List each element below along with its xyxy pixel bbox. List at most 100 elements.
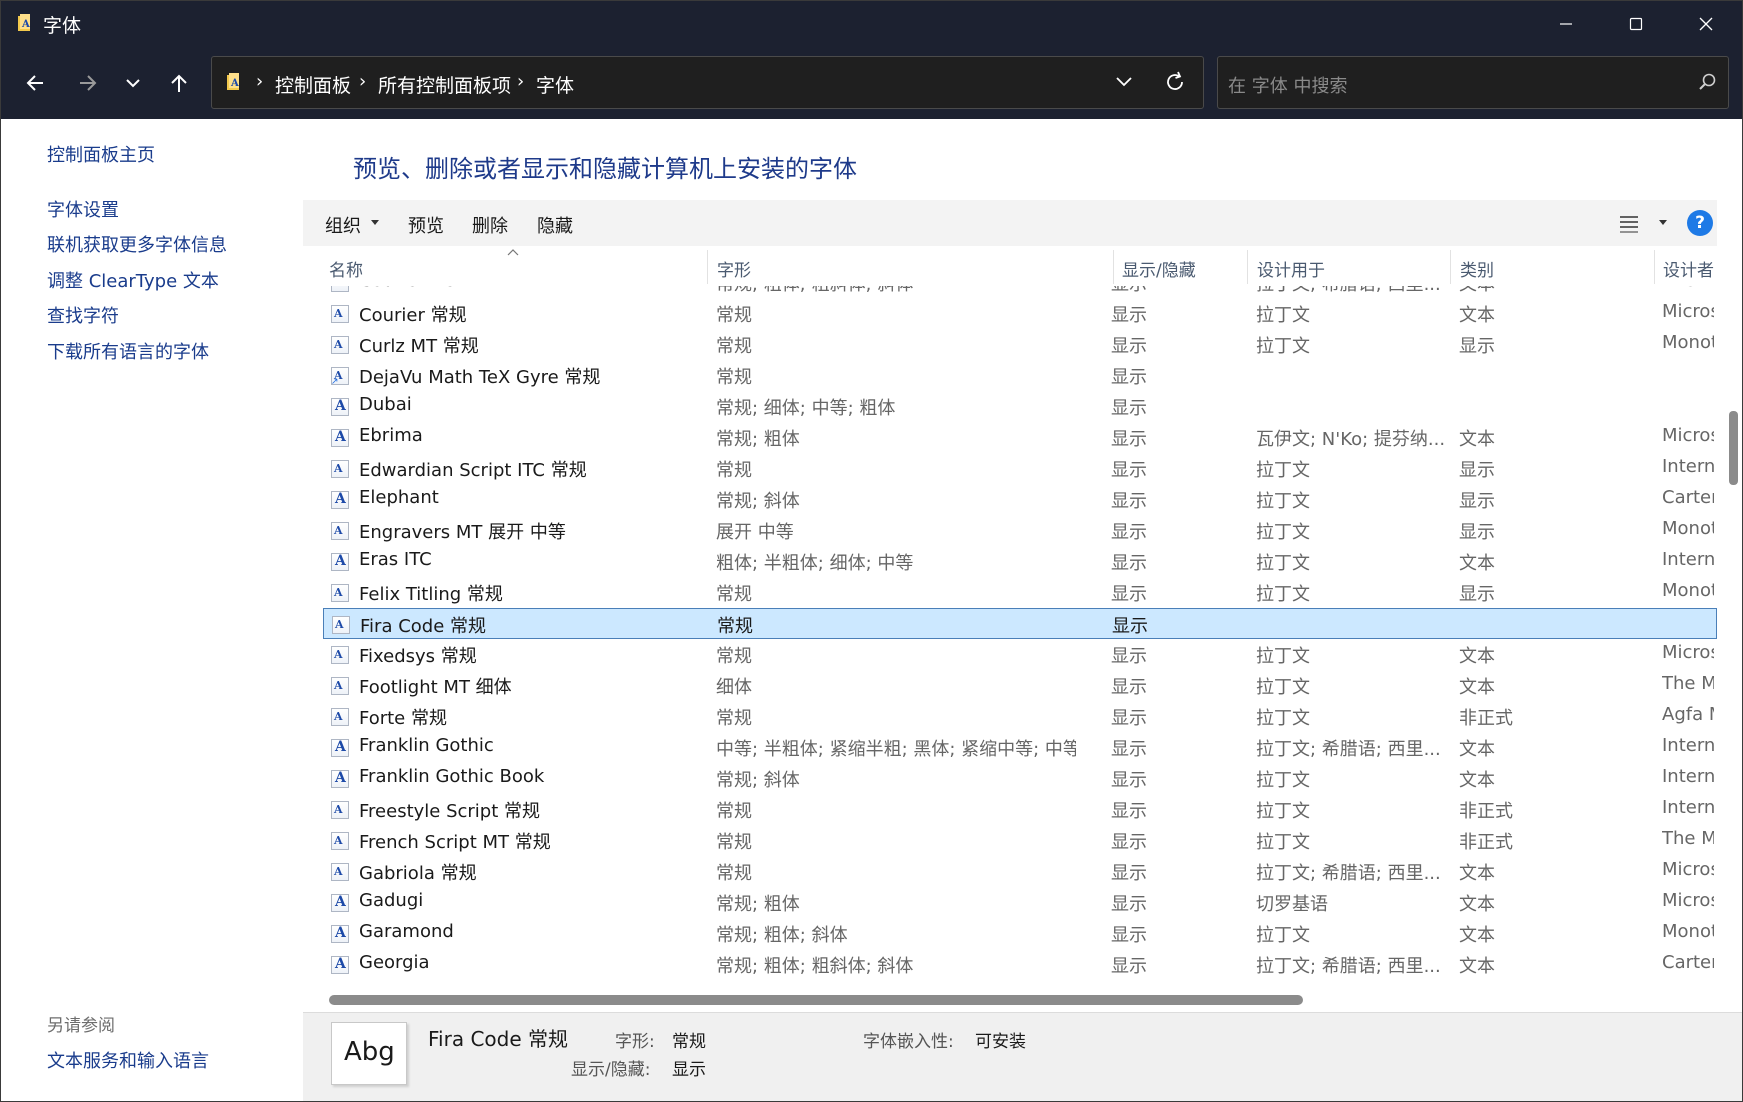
font-row[interactable]: A Garamond 常规; 粗体; 斜体 显示 拉丁文 文本 Monot	[323, 918, 1717, 949]
address-history-button[interactable]	[1115, 72, 1133, 94]
font-style: 常规; 粗体	[716, 429, 800, 450]
font-visibility: 显示	[1111, 491, 1147, 512]
minimize-button[interactable]	[1531, 1, 1601, 47]
font-name: French Script MT 常规	[359, 832, 551, 853]
font-row[interactable]: A Fixedsys 常规 常规 显示 拉丁文 文本 Micros	[323, 639, 1717, 670]
font-glyph-icon: A	[335, 618, 344, 631]
font-name: Franklin Gothic Book	[359, 766, 545, 787]
back-button[interactable]	[17, 65, 53, 101]
details-style-label: 字形:	[615, 1032, 655, 1052]
column-divider[interactable]	[1450, 250, 1451, 284]
font-row[interactable]: A ↗ DejaVu Math TeX Gyre 常规 常规 显示	[323, 360, 1717, 391]
shortcut-arrow-icon: ↗	[331, 377, 339, 387]
font-family-icon: A	[331, 553, 349, 571]
search-icon[interactable]	[1698, 72, 1718, 96]
column-divider[interactable]	[707, 250, 708, 284]
column-header-designer[interactable]: 设计者	[1663, 256, 1714, 281]
font-settings-link[interactable]: 字体设置	[47, 196, 119, 222]
vertical-scroll-thumb[interactable]	[1729, 411, 1738, 485]
font-glyph-icon: A	[335, 739, 346, 755]
font-designed-for: 拉丁文	[1256, 646, 1310, 667]
up-button[interactable]	[161, 65, 197, 101]
font-row[interactable]: A Eras ITC 粗体; 半粗体; 细体; 中等 显示 拉丁文 文本 Interna	[323, 546, 1717, 577]
refresh-button[interactable]	[1163, 70, 1187, 98]
column-divider[interactable]	[1113, 250, 1114, 284]
font-row[interactable]: A Elephant 常规; 斜体 显示 拉丁文 显示 Carter	[323, 484, 1717, 515]
control-panel-home-link[interactable]: 控制面板主页	[47, 141, 155, 167]
font-designer: Monot	[1662, 332, 1714, 353]
font-row[interactable]: A Curlz MT 常规 常规 显示 拉丁文 显示 Monot	[323, 329, 1717, 360]
column-divider[interactable]	[1247, 250, 1248, 284]
font-glyph-icon: A	[334, 338, 343, 351]
control-panel-icon: A	[227, 73, 239, 90]
delete-button[interactable]: 删除	[472, 212, 508, 238]
view-options-button[interactable]	[1619, 213, 1639, 237]
font-style: 常规; 斜体	[716, 491, 800, 512]
breadcrumb-all-items[interactable]: 所有控制面板项	[378, 71, 511, 98]
font-row[interactable]: A Footlight MT 细体 细体 显示 拉丁文 文本 The M	[323, 670, 1717, 701]
find-character-link[interactable]: 查找字符	[47, 302, 119, 328]
text-services-link[interactable]: 文本服务和输入语言	[47, 1047, 209, 1073]
font-designer: The M	[1662, 828, 1714, 849]
hide-button[interactable]: 隐藏	[537, 212, 573, 238]
get-font-info-online-link[interactable]: 联机获取更多字体信息	[47, 231, 227, 257]
font-row[interactable]: A Felix Titling 常规 常规 显示 拉丁文 显示 Monot	[323, 577, 1717, 608]
font-row[interactable]: A French Script MT 常规 常规 显示 拉丁文 非正式 The M	[323, 825, 1717, 856]
font-file-icon: A	[331, 708, 349, 726]
horizontal-scrollbar[interactable]	[303, 988, 1717, 1012]
font-designed-for: 拉丁文	[1256, 491, 1310, 512]
preview-button[interactable]: 预览	[408, 212, 444, 238]
font-row[interactable]: A Franklin Gothic Book 常规; 斜体 显示 拉丁文 文本 Intern…	[323, 763, 1717, 794]
column-header-style[interactable]: 字形	[717, 256, 751, 281]
font-visibility: 显示	[1111, 894, 1147, 915]
font-row[interactable]: A Dubai 常规; 细体; 中等; 粗体 显示	[323, 391, 1717, 422]
font-glyph-icon: A	[335, 894, 346, 910]
font-row[interactable]: A Edwardian Script ITC 常规 常规 显示 拉丁文 显示 Interna	[323, 453, 1717, 484]
font-row[interactable]: A Franklin Gothic 中等; 半粗体; 紧缩半粗; 黑体; 紧缩中等;…	[323, 732, 1717, 763]
address-bar[interactable]: A › 控制面板 › 所有控制面板项 › 字体	[211, 56, 1204, 109]
breadcrumb-control-panel[interactable]: 控制面板	[275, 71, 351, 98]
search-box[interactable]: 在 字体 中搜索	[1217, 56, 1729, 109]
help-icon[interactable]: ?	[1687, 210, 1713, 236]
forward-button[interactable]	[70, 65, 106, 101]
maximize-button[interactable]	[1601, 1, 1671, 47]
close-button[interactable]	[1671, 1, 1741, 47]
adjust-cleartype-link[interactable]: 调整 ClearType 文本	[47, 267, 219, 293]
font-row[interactable]: A Freestyle Script 常规 常规 显示 拉丁文 非正式 Interna	[323, 794, 1717, 825]
organize-button[interactable]: 组织	[325, 212, 361, 238]
folder-icon: A	[18, 14, 30, 31]
column-divider[interactable]	[1654, 250, 1655, 284]
column-header-show-hide[interactable]: 显示/隐藏	[1122, 256, 1196, 281]
font-designer: Carter	[1662, 952, 1714, 973]
font-category: 文本	[1459, 863, 1495, 884]
download-all-language-fonts-link[interactable]: 下载所有语言的字体	[47, 338, 209, 364]
font-row[interactable]: A Engravers MT 展开 中等 展开 中等 显示 拉丁文 显示 Monot	[323, 515, 1717, 546]
font-row[interactable]: A Gadugi 常规; 粗体 显示 切罗基语 文本 Micros	[323, 887, 1717, 918]
recent-locations-button[interactable]	[115, 65, 151, 101]
font-visibility: 显示	[1111, 956, 1147, 977]
horizontal-scroll-thumb[interactable]	[329, 995, 1303, 1005]
font-row-selected[interactable]: A Fira Code 常规 常规 显示	[323, 608, 1717, 639]
column-header-row: 名称 字形 显示/隐藏 设计用于 类别 设计者	[303, 246, 1717, 286]
font-row[interactable]: A Gabriola 常规 常规 显示 拉丁文; 希腊语; 西里... 文本 Micros	[323, 856, 1717, 887]
font-style: 细体	[716, 677, 752, 698]
font-row[interactable]: A Forte 常规 常规 显示 拉丁文 非正式 Agfa M	[323, 701, 1717, 732]
font-designed-for: 拉丁文; 希腊语; 西里...	[1256, 739, 1441, 760]
font-glyph-icon: A	[334, 648, 343, 661]
font-row[interactable]: A Georgia 常规; 粗体; 粗斜体; 斜体 显示 拉丁文; 希腊语; 西里...…	[323, 949, 1717, 980]
font-category: 非正式	[1459, 708, 1513, 729]
column-header-category[interactable]: 类别	[1460, 256, 1494, 281]
font-row[interactable]: A Ebrima 常规; 粗体 显示 瓦伊文; N'Ko; 提芬纳... 文本 Micros	[323, 422, 1717, 453]
font-file-icon: A	[332, 616, 350, 634]
font-designed-for: 拉丁文	[1256, 553, 1310, 574]
font-visibility: 显示	[1111, 398, 1147, 419]
column-header-designed-for[interactable]: 设计用于	[1257, 256, 1325, 281]
search-input[interactable]: 在 字体 中搜索	[1228, 72, 1347, 98]
breadcrumb-fonts[interactable]: 字体	[536, 71, 574, 98]
font-glyph-icon: A	[334, 865, 343, 878]
view-caret-icon[interactable]	[1659, 220, 1667, 225]
column-header-name[interactable]: 名称	[329, 256, 363, 281]
vertical-scrollbar[interactable]	[1719, 246, 1742, 1006]
font-row[interactable]: A Courier 常规 常规 显示 拉丁文 文本 Micros	[323, 298, 1717, 329]
font-name: Garamond	[359, 921, 454, 942]
